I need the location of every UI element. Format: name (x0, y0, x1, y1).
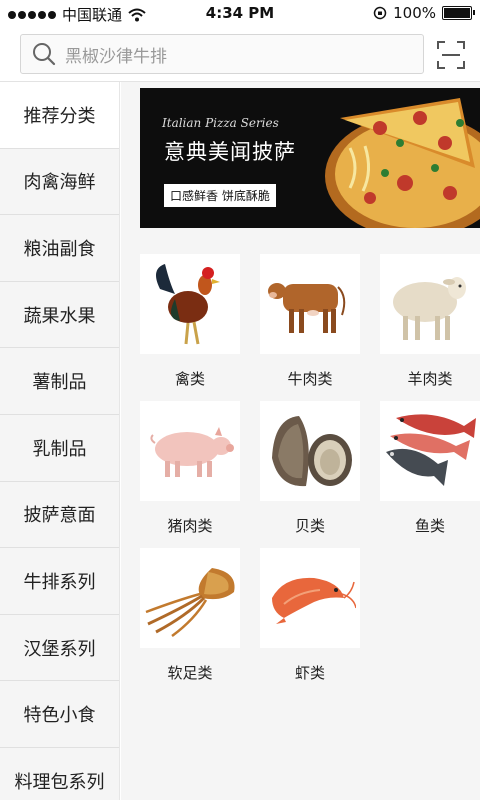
oyster-icon (272, 416, 352, 487)
sidebar-item-meal-kits[interactable]: 料理包系列 (0, 748, 119, 800)
battery-percent: 100% (393, 4, 436, 22)
category-item-shrimp[interactable]: 虾类 (260, 548, 360, 683)
banner-title: 意典美闻披萨 (164, 140, 296, 164)
category-label: 猪肉类 (167, 517, 213, 535)
sidebar-item-grain-oil[interactable]: 粮油副食 (0, 215, 119, 282)
category-item-pork[interactable]: 猪肉类 (140, 401, 240, 536)
shrimp-icon (272, 577, 356, 624)
sidebar-item-dairy[interactable]: 乳制品 (0, 415, 119, 482)
pig-icon (150, 427, 234, 477)
sidebar-item-snacks[interactable]: 特色小食 (0, 681, 119, 748)
search-placeholder: 黑椒沙律牛排 (65, 46, 167, 67)
category-sidebar: 推荐分类 肉禽海鲜 粮油副食 蔬果水果 薯制品 乳制品 披萨意面 牛排系列 汉堡… (0, 82, 120, 800)
cow-icon (268, 283, 346, 333)
category-label: 羊肉类 (407, 370, 453, 388)
sidebar-item-vegetables-fruit[interactable]: 蔬果水果 (0, 282, 119, 349)
banner-subtitle: 口感鲜香 饼底酥脆 (164, 184, 276, 207)
category-item-fish[interactable]: 鱼类 (380, 401, 480, 536)
category-label: 虾类 (294, 664, 325, 682)
rotation-lock-icon (373, 6, 387, 20)
sidebar-item-meat-seafood[interactable]: 肉禽海鲜 (0, 149, 119, 216)
category-item-lamb[interactable]: 羊肉类 (380, 254, 480, 389)
sidebar-item-burger[interactable]: 汉堡系列 (0, 615, 119, 682)
battery-icon (442, 6, 475, 20)
search-input[interactable]: 黑椒沙律牛排 (20, 34, 424, 74)
pizza-icon (325, 98, 480, 228)
scan-icon[interactable] (436, 40, 466, 70)
category-label: 禽类 (174, 370, 205, 388)
category-label: 鱼类 (414, 517, 445, 535)
category-item-beef[interactable]: 牛肉类 (260, 254, 360, 389)
banner-script-text: Italian Pizza Series (162, 116, 279, 130)
sidebar-item-steak[interactable]: 牛排系列 (0, 548, 119, 615)
category-item-shellfish[interactable]: 贝类 (260, 401, 360, 536)
category-label: 贝类 (294, 517, 325, 535)
pizza-banner[interactable]: Italian Pizza Series 意典美闻披萨 口感鲜香 饼底酥脆 (140, 88, 480, 228)
sidebar-item-recommended[interactable]: 推荐分类 (0, 82, 119, 149)
category-item-poultry[interactable]: 禽类 (140, 254, 240, 389)
sidebar-item-pizza-pasta[interactable]: 披萨意面 (0, 482, 119, 549)
category-item-cephalopod[interactable]: 软足类 (140, 548, 240, 683)
sheep-icon (393, 277, 466, 340)
sidebar-item-potato[interactable]: 薯制品 (0, 348, 119, 415)
status-bar: 中国联通 4:34 PM 100% (0, 0, 480, 28)
category-label: 软足类 (167, 664, 213, 682)
fish-icon (386, 414, 476, 486)
squid-icon (145, 568, 235, 638)
search-icon (33, 43, 56, 66)
rooster-icon (156, 264, 220, 345)
category-label: 牛肉类 (287, 370, 333, 388)
category-content: Italian Pizza Series 意典美闻披萨 口感鲜香 饼底酥脆 禽类 (121, 82, 480, 800)
search-header: 黑椒沙律牛排 (0, 28, 480, 82)
